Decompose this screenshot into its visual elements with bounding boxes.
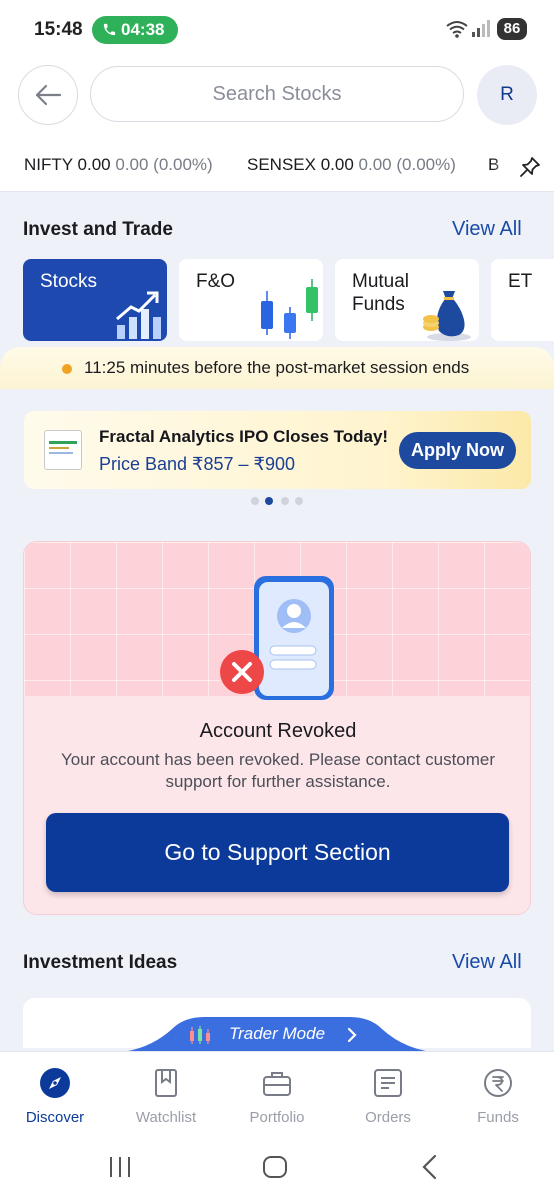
ticker-name: NIFTY — [24, 155, 73, 174]
compass-icon — [40, 1068, 70, 1098]
apply-now-button[interactable]: Apply Now — [399, 432, 516, 469]
ticker-name: SENSEX — [247, 155, 316, 174]
nav-label: Watchlist — [135, 1109, 197, 1126]
money-bag-icon — [423, 291, 471, 341]
index-ticker: NIFTY 0.00 0.00 (0.00%) SENSEX 0.00 0.00… — [0, 142, 554, 192]
search-input[interactable]: Search Stocks — [90, 66, 464, 122]
tile-mutual-funds[interactable]: Mutual Funds — [335, 259, 479, 341]
pin-button[interactable] — [506, 142, 554, 191]
top-header: Search Stocks R — [0, 60, 554, 142]
support-section-button[interactable]: Go to Support Section — [46, 813, 509, 892]
carousel-dot[interactable] — [251, 497, 259, 505]
nav-tab-funds[interactable]: Funds — [453, 1066, 543, 1126]
company-logo — [44, 430, 82, 470]
carousel-dot-active[interactable] — [265, 497, 273, 505]
nav-tab-discover[interactable]: Discover — [10, 1066, 100, 1126]
bookmark-icon — [155, 1069, 177, 1097]
ticker-name: B — [488, 155, 500, 174]
tile-stocks[interactable]: Stocks — [23, 259, 167, 341]
nav-label: Portfolio — [249, 1109, 305, 1126]
invest-tiles: Stocks F&O Mutual Funds ET — [23, 259, 554, 341]
nav-label: Funds — [477, 1109, 519, 1126]
ticker-value: 0.00 — [320, 155, 354, 174]
nav-tab-orders[interactable]: Orders — [343, 1066, 433, 1126]
session-message: minutes before the post-market session e… — [130, 358, 470, 377]
nav-label: Orders — [365, 1109, 411, 1126]
back-button[interactable] — [18, 65, 78, 125]
home-icon[interactable] — [262, 1155, 288, 1179]
ticker-change: 0.00 (0.00%) — [358, 155, 456, 174]
invest-view-all-link[interactable]: View All — [452, 218, 522, 241]
account-revoked-card: Account Revoked Your account has been re… — [23, 541, 531, 915]
trader-mode-label: Trader Mode — [228, 1024, 326, 1043]
revoked-phone-illustration — [220, 576, 334, 700]
ticker-item-sensex[interactable]: SENSEX 0.00 0.00 (0.00%) — [247, 155, 456, 175]
tile-label: ET — [508, 271, 533, 292]
rising-bars-icon — [116, 291, 161, 339]
nav-label: Discover — [25, 1109, 85, 1126]
call-timer-pill[interactable]: 04:38 — [92, 16, 178, 44]
ipo-price-band: Price Band ₹857 – ₹900 — [99, 454, 296, 474]
chevron-right-icon — [347, 1027, 357, 1043]
trader-mode-toggle[interactable]: Trader Mode — [112, 1015, 442, 1053]
tile-label: Mutual Funds — [352, 271, 410, 315]
call-timer: 04:38 — [121, 20, 165, 39]
recents-icon[interactable] — [107, 1155, 133, 1179]
revoked-description: Your account has been revoked. Please co… — [60, 750, 496, 791]
nav-tab-watchlist[interactable]: Watchlist — [121, 1066, 211, 1126]
ticker-change: 0.00 (0.00%) — [115, 155, 213, 174]
system-back-icon[interactable] — [420, 1154, 440, 1180]
arrow-left-icon — [35, 84, 62, 106]
orders-icon — [374, 1069, 402, 1097]
candlestick-icon — [261, 279, 318, 339]
ideas-view-all-link[interactable]: View All — [452, 951, 522, 974]
revoked-title: Account Revoked — [199, 720, 357, 742]
status-bar: 15:48 04:38 86 — [0, 0, 554, 60]
avatar[interactable]: R — [477, 65, 537, 125]
tile-label: Stocks — [40, 271, 98, 292]
ipo-title: Fractal Analytics IPO Closes Today! — [99, 427, 389, 446]
phone-icon — [103, 23, 116, 36]
battery-indicator: 86 — [497, 18, 527, 40]
system-navigation-bar — [0, 1139, 554, 1200]
rupee-icon — [484, 1069, 512, 1097]
session-text: 11:25 minutes before the post-market ses… — [84, 358, 469, 378]
tile-label: F&O — [196, 271, 236, 292]
invest-section-title: Invest and Trade — [23, 219, 173, 240]
tile-fno[interactable]: F&O — [179, 259, 323, 341]
ipo-banner[interactable]: Fractal Analytics IPO Closes Today! Pric… — [24, 411, 531, 489]
ticker-item-nifty[interactable]: NIFTY 0.00 0.00 (0.00%) — [24, 155, 213, 175]
status-time: 15:48 — [34, 19, 83, 40]
ticker-value: 0.00 — [77, 155, 111, 174]
carousel-indicator — [251, 497, 307, 507]
signal-icon — [472, 20, 490, 37]
ticker-item-partial[interactable]: B — [488, 155, 499, 175]
ideas-section-title: Investment Ideas — [23, 952, 178, 973]
market-session-notice: 11:25 minutes before the post-market ses… — [0, 347, 554, 389]
session-time: 11:25 — [84, 358, 126, 377]
bottom-navigation: Discover Watchlist Portfolio Orders Fund… — [0, 1051, 554, 1139]
warning-dot — [62, 364, 72, 374]
nav-tab-portfolio[interactable]: Portfolio — [232, 1066, 322, 1126]
tile-etf[interactable]: ET — [491, 259, 554, 341]
wifi-icon — [446, 21, 468, 38]
carousel-dot[interactable] — [281, 497, 289, 505]
briefcase-icon — [263, 1072, 291, 1096]
carousel-dot[interactable] — [295, 497, 303, 505]
pin-icon — [520, 156, 540, 177]
